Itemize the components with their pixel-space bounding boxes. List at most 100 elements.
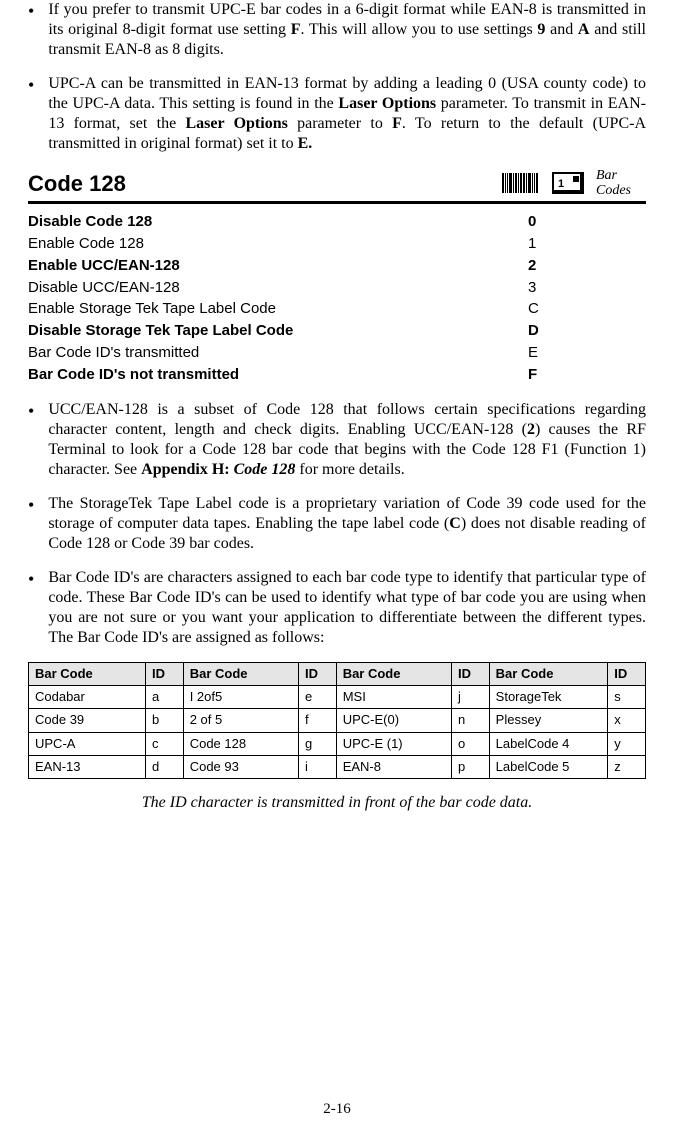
mid-bullet-list: • UCC/EAN-128 is a subset of Code 128 th… [28, 400, 646, 648]
table-header-cell: Bar Code [489, 662, 608, 685]
list-item: • UPC-A can be transmitted in EAN-13 for… [28, 74, 646, 154]
page-number: 2-16 [0, 1100, 674, 1119]
list-item: • The StorageTek Tape Label code is a pr… [28, 494, 646, 554]
table-cell: LabelCode 5 [489, 755, 608, 778]
bullet-icon: • [28, 402, 34, 420]
table-cell: EAN-8 [336, 755, 451, 778]
text-span: Code 128 [234, 461, 296, 478]
table-cell: Code 39 [29, 709, 146, 732]
table-row: EAN-13dCode 93iEAN-8pLabelCode 5z [29, 755, 646, 778]
table-cell: o [451, 732, 489, 755]
section-icons: Bar Codes [500, 168, 646, 199]
list-item: • If you prefer to transmit UPC-E bar co… [28, 0, 646, 60]
text-span: Laser Options [338, 95, 436, 112]
table-cell: i [298, 755, 336, 778]
table-cell: n [451, 709, 489, 732]
setting-value: F [528, 364, 568, 386]
setting-value: 3 [528, 277, 568, 299]
barcode-id-table: Bar CodeIDBar CodeIDBar CodeIDBar CodeID… [28, 662, 646, 779]
table-cell: UPC-E (1) [336, 732, 451, 755]
settings-row: Enable Storage Tek Tape Label CodeC [28, 299, 568, 321]
text-span: 2 [527, 421, 535, 438]
bullet-text: Bar Code ID's are characters assigned to… [48, 568, 646, 648]
table-header-cell: Bar Code [183, 662, 298, 685]
table-cell: c [146, 732, 184, 755]
setting-value: D [528, 321, 568, 343]
table-cell: EAN-13 [29, 755, 146, 778]
bullet-text: The StorageTek Tape Label code is a prop… [48, 494, 646, 554]
table-header-cell: Bar Code [29, 662, 146, 685]
setting-label: Bar Code ID's not transmitted [28, 364, 528, 386]
table-cell: s [608, 686, 646, 709]
table-cell: Codabar [29, 686, 146, 709]
section-title: Code 128 [28, 170, 126, 198]
table-cell: e [298, 686, 336, 709]
text-span: Bar Code ID's are characters assigned to… [48, 569, 646, 646]
setting-label: Enable Storage Tek Tape Label Code [28, 299, 528, 321]
setting-label: Disable Storage Tek Tape Label Code [28, 321, 528, 343]
setting-label: Bar Code ID's transmitted [28, 342, 528, 364]
settings-row: Bar Code ID's transmittedE [28, 342, 568, 364]
footer-note: The ID character is transmitted in front… [28, 793, 646, 813]
text-span: E. [298, 135, 313, 152]
table-cell: Plessey [489, 709, 608, 732]
table-cell: y [608, 732, 646, 755]
bullet-icon: • [28, 76, 34, 94]
table-cell: LabelCode 4 [489, 732, 608, 755]
setting-label: Disable Code 128 [28, 212, 528, 234]
table-cell: a [146, 686, 184, 709]
table-cell: MSI [336, 686, 451, 709]
table-cell: x [608, 709, 646, 732]
table-cell: p [451, 755, 489, 778]
bullet-icon: • [28, 570, 34, 588]
text-span: F [291, 21, 301, 38]
settings-row: Disable UCC/EAN-1283 [28, 277, 568, 299]
text-span: A [578, 21, 590, 38]
key-icon [552, 172, 584, 194]
section-header: Code 128 Bar Codes [28, 168, 646, 204]
text-span: F [392, 115, 402, 132]
bullet-text: UCC/EAN-128 is a subset of Code 128 that… [48, 400, 646, 480]
bullet-icon: • [28, 2, 34, 20]
table-cell: d [146, 755, 184, 778]
setting-value: C [528, 299, 568, 321]
table-cell: g [298, 732, 336, 755]
settings-row: Enable UCC/EAN-1282 [28, 255, 568, 277]
table-cell: j [451, 686, 489, 709]
settings-body: Disable Code 1280Enable Code 1281Enable … [28, 212, 568, 386]
settings-row: Disable Code 1280 [28, 212, 568, 234]
setting-label: Enable UCC/EAN-128 [28, 255, 528, 277]
text-span: Laser Options [185, 115, 287, 132]
list-item: • UCC/EAN-128 is a subset of Code 128 th… [28, 400, 646, 480]
page: • If you prefer to transmit UPC-E bar co… [0, 0, 674, 1139]
table-row: Code 39b2 of 5fUPC-E(0)nPlesseyx [29, 709, 646, 732]
table-cell: z [608, 755, 646, 778]
setting-value: E [528, 342, 568, 364]
list-item: • Bar Code ID's are characters assigned … [28, 568, 646, 648]
table-cell: StorageTek [489, 686, 608, 709]
table-cell: b [146, 709, 184, 732]
setting-label: Enable Code 128 [28, 234, 528, 256]
table-cell: 2 of 5 [183, 709, 298, 732]
bullet-text: UPC-A can be transmitted in EAN-13 forma… [48, 74, 646, 154]
table-header-row: Bar CodeIDBar CodeIDBar CodeIDBar CodeID [29, 662, 646, 685]
icon-label-line: Bar [596, 168, 617, 183]
setting-value: 2 [528, 255, 568, 277]
top-bullet-list: • If you prefer to transmit UPC-E bar co… [28, 0, 646, 154]
settings-row: Disable Storage Tek Tape Label CodeD [28, 321, 568, 343]
text-span: Appendix H: [141, 461, 233, 478]
text-span: parameter to [288, 115, 392, 132]
setting-value: 0 [528, 212, 568, 234]
table-header-cell: Bar Code [336, 662, 451, 685]
icon-label-line: Codes [596, 183, 631, 198]
settings-row: Bar Code ID's not transmittedF [28, 364, 568, 386]
table-cell: f [298, 709, 336, 732]
table-header-cell: ID [608, 662, 646, 685]
table-header-cell: ID [146, 662, 184, 685]
text-span: and [545, 21, 578, 38]
icon-label: Bar Codes [596, 168, 646, 199]
table-header-cell: ID [298, 662, 336, 685]
setting-value: 1 [528, 234, 568, 256]
table-cell: Code 93 [183, 755, 298, 778]
table-cell: UPC-E(0) [336, 709, 451, 732]
